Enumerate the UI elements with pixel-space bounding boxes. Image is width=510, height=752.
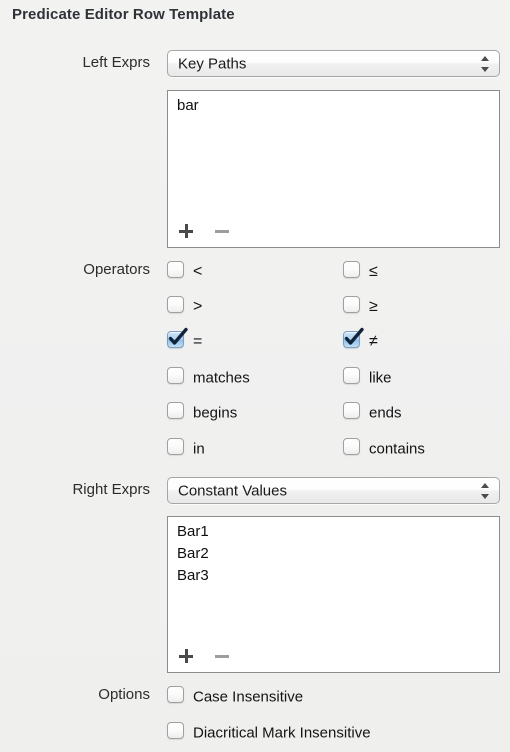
- list-item[interactable]: Bar1: [168, 521, 499, 543]
- checkbox-control[interactable]: [343, 438, 360, 455]
- checkbox-control[interactable]: [167, 296, 184, 313]
- list-item[interactable]: Bar3: [168, 565, 499, 587]
- checkbox-control[interactable]: [343, 367, 360, 384]
- right-exprs-listbox[interactable]: Bar1 Bar2 Bar3: [167, 516, 500, 673]
- operators-label: Operators: [83, 261, 150, 278]
- option-label: Case Insensitive: [193, 688, 304, 706]
- checkbox-control[interactable]: [343, 261, 360, 278]
- chevron-updown-icon: [481, 482, 490, 500]
- left-exprs-popup-button[interactable]: Key Paths: [167, 50, 500, 77]
- operator-label: like: [369, 369, 392, 387]
- predicate-editor-panel: Predicate Editor Row Template Left Exprs…: [0, 0, 510, 752]
- operator-label: matches: [193, 369, 250, 387]
- check-icon: [168, 327, 188, 345]
- operator-label: ≤: [369, 263, 378, 280]
- add-left-expr-button[interactable]: [176, 221, 196, 241]
- right-exprs-popup-button[interactable]: Constant Values: [167, 477, 500, 504]
- checkbox-control[interactable]: [167, 327, 188, 348]
- list-item[interactable]: bar: [168, 95, 499, 117]
- left-exprs-label: Left Exprs: [82, 54, 150, 71]
- operator-label: ends: [369, 404, 402, 422]
- operator-label: >: [193, 298, 203, 315]
- remove-right-expr-button[interactable]: [212, 646, 232, 666]
- checkbox-control[interactable]: [343, 402, 360, 419]
- left-exprs-listbox[interactable]: bar: [167, 90, 500, 248]
- checkbox-control[interactable]: [167, 402, 184, 419]
- operator-label: <: [193, 263, 203, 280]
- chevron-updown-icon: [481, 55, 490, 73]
- operator-label: ≠: [369, 333, 378, 350]
- operator-label: begins: [193, 404, 238, 422]
- remove-left-expr-button[interactable]: [212, 221, 232, 241]
- add-right-expr-button[interactable]: [176, 646, 196, 666]
- operator-label: =: [193, 333, 203, 350]
- checkbox-control[interactable]: [167, 686, 184, 703]
- operator-label: in: [193, 440, 205, 458]
- option-label: Diacritical Mark Insensitive: [193, 724, 371, 742]
- left-exprs-list: bar: [168, 95, 499, 117]
- operator-label: contains: [369, 440, 425, 458]
- checkbox-control[interactable]: [343, 327, 364, 348]
- checkbox-control[interactable]: [343, 296, 360, 313]
- checkbox-control[interactable]: [167, 367, 184, 384]
- operator-label: ≥: [369, 298, 378, 315]
- right-exprs-popup-value: Constant Values: [178, 482, 287, 499]
- checkbox-control[interactable]: [167, 261, 184, 278]
- page-title: Predicate Editor Row Template: [12, 6, 235, 23]
- left-exprs-popup-value: Key Paths: [178, 55, 247, 72]
- list-item[interactable]: Bar2: [168, 543, 499, 565]
- right-exprs-label: Right Exprs: [72, 481, 150, 498]
- check-icon: [344, 327, 364, 345]
- options-label: Options: [98, 686, 150, 703]
- checkbox-control[interactable]: [167, 722, 184, 739]
- right-exprs-list: Bar1 Bar2 Bar3: [168, 521, 499, 587]
- checkbox-control[interactable]: [167, 438, 184, 455]
